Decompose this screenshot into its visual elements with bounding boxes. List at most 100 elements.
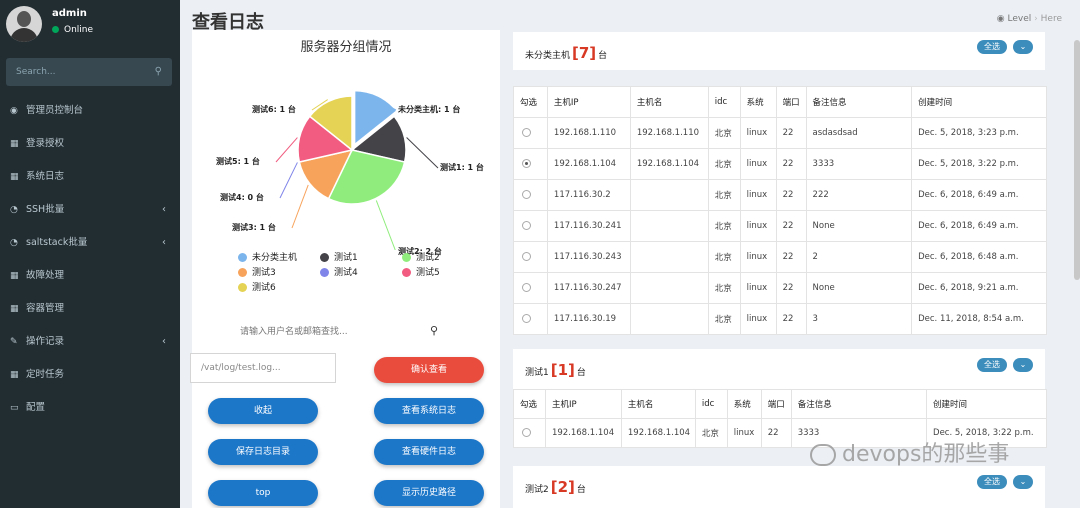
- breadcrumb: ◉ Level › Here: [997, 14, 1062, 24]
- breadcrumb-level[interactable]: Level: [1008, 14, 1032, 24]
- table-row[interactable]: 192.168.1.110 192.168.1.110 北京 linux 22 asdas…: [513, 117, 1047, 149]
- pie-connector: [375, 200, 396, 250]
- host-name: 192.168.1.104: [629, 148, 709, 180]
- column-header: 系统: [726, 389, 762, 419]
- search-icon[interactable]: ⚲: [430, 324, 438, 337]
- radio-icon[interactable]: [522, 221, 531, 230]
- sidebar-item[interactable]: ▦ 定时任务: [0, 358, 180, 391]
- confirm-view-button[interactable]: 确认查看: [374, 357, 484, 383]
- host-idc: 北京: [707, 117, 741, 149]
- legend-item[interactable]: 测试6: [238, 280, 276, 293]
- radio-icon[interactable]: [522, 190, 531, 199]
- host-created: Dec. 5, 2018, 3:23 p.m.: [911, 117, 1047, 149]
- sidebar-item[interactable]: ▦ 登录授权: [0, 127, 180, 160]
- sidebar-item[interactable]: ▦ 系统日志: [0, 160, 180, 193]
- legend-item[interactable]: 测试2: [402, 250, 440, 263]
- chevron-left-icon: ‹: [162, 237, 166, 248]
- host-note: None: [805, 210, 913, 242]
- radio-icon[interactable]: [522, 314, 531, 323]
- select-all-button[interactable]: 全选: [977, 475, 1007, 489]
- legend-swatch-icon: [320, 268, 329, 277]
- chevron-left-icon: ‹: [162, 336, 166, 347]
- radio-icon[interactable]: [522, 128, 531, 137]
- table-row[interactable]: 117.116.30.241 北京 linux 22 None Dec. 6, 2018,…: [513, 210, 1047, 242]
- host-idc: 北京: [707, 303, 741, 335]
- show-history-path-button[interactable]: 显示历史路径: [374, 480, 484, 506]
- column-header: 端口: [760, 389, 792, 419]
- sidebar-item[interactable]: ◔ saltstack批量 ‹: [0, 226, 180, 259]
- sidebar-item[interactable]: ✎ 操作记录 ‹: [0, 325, 180, 358]
- group-box-test2: 测试2 [2] 台 全选 ⌄: [513, 466, 1045, 508]
- legend-item[interactable]: 测试5: [402, 265, 440, 278]
- radio-icon[interactable]: [522, 283, 531, 292]
- host-port: 22: [775, 272, 807, 304]
- group-box-uncategorized: 未分类主机 [7] 台 全选 ⌄: [513, 32, 1045, 70]
- pie-data-label: 测试4: 0 台: [220, 193, 264, 202]
- host-port: 22: [775, 148, 807, 180]
- host-note: asdasdsad: [805, 117, 913, 149]
- table-row[interactable]: 117.116.30.247 北京 linux 22 None Dec. 6, 2018,…: [513, 272, 1047, 304]
- sidebar-item[interactable]: ◉ 管理员控制台: [0, 94, 180, 127]
- select-all-button[interactable]: 全选: [977, 358, 1007, 372]
- host-created: Dec. 5, 2018, 3:22 p.m.: [911, 148, 1047, 180]
- row-select-radio[interactable]: [513, 148, 548, 180]
- table-row[interactable]: 192.168.1.104 192.168.1.104 北京 linux 22 3333 D…: [513, 148, 1047, 180]
- sidebar-search-input[interactable]: Search... ⚲: [6, 58, 172, 86]
- legend-item[interactable]: 测试3: [238, 265, 276, 278]
- host-ip: 117.116.30.19: [546, 303, 631, 335]
- sidebar-item[interactable]: ▭ 配置: [0, 391, 180, 424]
- host-ip: 117.116.30.243: [546, 241, 631, 273]
- sidebar-item[interactable]: ▦ 容器管理: [0, 292, 180, 325]
- log-path-input[interactable]: /vat/log/test.log...: [190, 353, 336, 383]
- host-idc: 北京: [707, 179, 741, 211]
- column-header: 勾选: [513, 389, 546, 419]
- search-icon[interactable]: ⚲: [155, 66, 162, 77]
- sidebar-item-label: 配置: [26, 402, 46, 413]
- radio-icon[interactable]: [522, 252, 531, 261]
- radio-icon[interactable]: [522, 159, 531, 168]
- host-ip: 117.116.30.241: [546, 210, 631, 242]
- user-panel: admin Online: [0, 0, 180, 50]
- table-row[interactable]: 117.116.30.243 北京 linux 22 2 Dec. 6, 2018, 6:…: [513, 241, 1047, 273]
- radio-icon[interactable]: [522, 428, 531, 437]
- pie-data-label: 测试6: 1 台: [252, 105, 296, 114]
- row-select-radio[interactable]: [513, 179, 548, 211]
- avatar: [6, 6, 42, 42]
- select-all-button[interactable]: 全选: [977, 40, 1007, 54]
- row-select-radio[interactable]: [513, 117, 548, 149]
- view-system-log-button[interactable]: 查看系统日志: [374, 398, 484, 424]
- legend-item[interactable]: 测试1: [320, 250, 358, 263]
- host-port: 22: [775, 241, 807, 273]
- user-search-input[interactable]: 请输入用户名或邮箱查找...: [240, 324, 348, 337]
- row-select-radio[interactable]: [513, 210, 548, 242]
- host-os: linux: [739, 303, 777, 335]
- sidebar-item[interactable]: ◔ SSH批量 ‹: [0, 193, 180, 226]
- chevron-down-icon[interactable]: ⌄: [1013, 475, 1033, 489]
- column-header: 备注信息: [805, 86, 913, 118]
- row-select-radio[interactable]: [513, 418, 546, 448]
- table-row[interactable]: 117.116.30.2 北京 linux 22 222 Dec. 6, 2018, 6:…: [513, 179, 1047, 211]
- table-row[interactable]: 117.116.30.19 北京 linux 22 3 Dec. 11, 2018, 8:…: [513, 303, 1047, 335]
- save-log-dir-button[interactable]: 保存日志目录: [208, 439, 318, 465]
- group-box-test1: 测试1 [1] 台 全选 ⌄: [513, 349, 1045, 389]
- collapse-button[interactable]: 收起: [208, 398, 318, 424]
- sidebar-item[interactable]: ▦ 故障处理: [0, 259, 180, 292]
- scrollbar[interactable]: [1074, 40, 1080, 280]
- host-idc: 北京: [707, 210, 741, 242]
- legend-item[interactable]: 测试4: [320, 265, 358, 278]
- view-hardware-log-button[interactable]: 查看硬件日志: [374, 439, 484, 465]
- sidebar-item-label: 操作记录: [26, 336, 65, 347]
- top-button[interactable]: top: [208, 480, 318, 506]
- row-select-radio[interactable]: [513, 272, 548, 304]
- host-created: Dec. 6, 2018, 6:48 a.m.: [911, 241, 1047, 273]
- chevron-down-icon[interactable]: ⌄: [1013, 40, 1033, 54]
- legend-item[interactable]: 未分类主机: [238, 250, 297, 263]
- hosts-table-uncategorized: 勾选 主机IP 主机名 idc 系统 端口 备注信息 创建时间 192.168.1.110 192…: [513, 86, 1047, 335]
- host-created: Dec. 11, 2018, 8:54 a.m.: [911, 303, 1047, 335]
- host-created: Dec. 6, 2018, 6:49 a.m.: [911, 179, 1047, 211]
- sidebar-item-label: 容器管理: [26, 303, 65, 314]
- row-select-radio[interactable]: [513, 241, 548, 273]
- legend-swatch-icon: [238, 268, 247, 277]
- chevron-down-icon[interactable]: ⌄: [1013, 358, 1033, 372]
- row-select-radio[interactable]: [513, 303, 548, 335]
